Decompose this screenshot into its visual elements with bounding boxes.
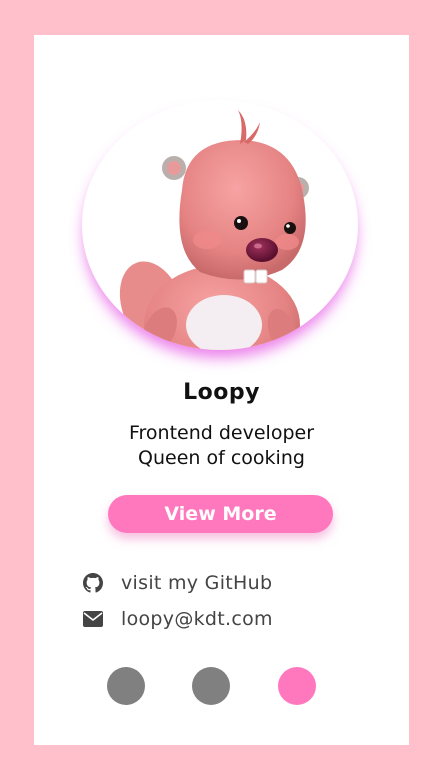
pager-dot-1[interactable] — [107, 667, 145, 705]
github-icon — [82, 572, 104, 594]
profile-bio-line-1: Frontend developer — [128, 422, 315, 444]
github-link-row[interactable]: visit my GitHub — [82, 571, 272, 595]
envelope-icon — [82, 608, 104, 630]
pager-dot-3-active[interactable] — [278, 667, 316, 705]
email-link-row[interactable]: loopy@kdt.com — [82, 607, 273, 631]
avatar — [82, 100, 358, 350]
pager-dot-2[interactable] — [192, 667, 230, 705]
github-link-label[interactable]: visit my GitHub — [121, 572, 272, 594]
email-link-label[interactable]: loopy@kdt.com — [121, 608, 273, 630]
view-more-button[interactable]: View More — [108, 495, 333, 533]
beaver-avatar-image — [119, 110, 309, 350]
profile-bio-line-2: Queen of cooking — [138, 447, 305, 469]
profile-card: Loopy Frontend developer Queen of cookin… — [34, 35, 409, 745]
profile-name: Loopy — [183, 380, 260, 405]
